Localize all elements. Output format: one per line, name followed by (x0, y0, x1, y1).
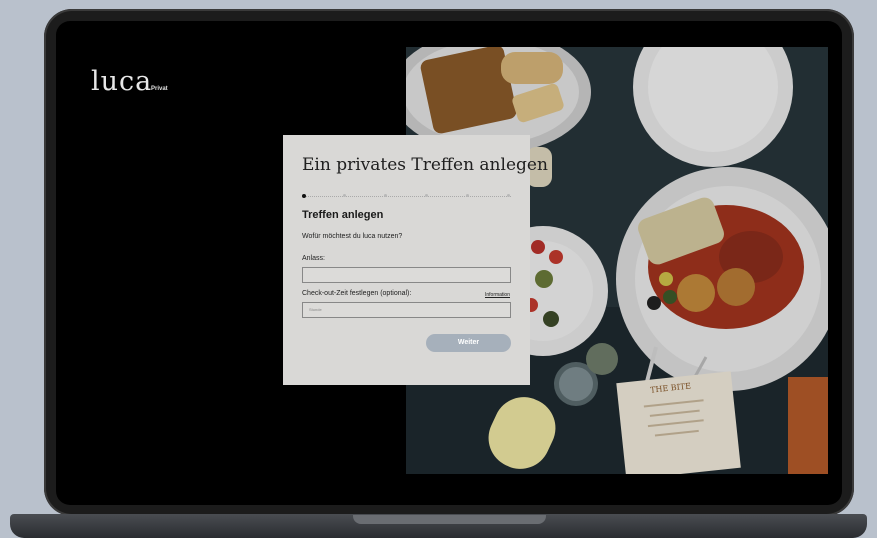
create-meeting-dialog: Ein privates Treffen anlegen Treffen anl… (283, 135, 548, 385)
usage-question: Wofür möchtest du luca nutzen? (302, 233, 403, 240)
step-indicator (466, 194, 469, 197)
step-indicator (507, 194, 510, 197)
dialog-title: Ein privates Treffen anlegen (302, 155, 548, 175)
step-indicator (384, 194, 387, 197)
logo-subtitle: Privat (151, 86, 168, 92)
step-indicator (343, 194, 346, 197)
checkout-time-input[interactable]: Stunde (302, 302, 511, 318)
progress-stepper (302, 193, 511, 198)
step-indicator-active (302, 193, 306, 198)
step-title: Treffen anlegen (302, 209, 384, 221)
checkout-time-placeholder: Stunde (309, 307, 322, 312)
stepper-line (302, 196, 511, 197)
information-link[interactable]: Information (485, 292, 510, 298)
occasion-input[interactable] (302, 267, 511, 283)
next-button[interactable]: Weiter (426, 334, 511, 352)
checkout-time-label: Check-out-Zeit festlegen (optional): (302, 290, 412, 297)
luca-logo: luca (91, 66, 153, 97)
step-indicator (425, 194, 428, 197)
occasion-label: Anlass: (302, 255, 325, 262)
laptop-notch (353, 515, 546, 524)
